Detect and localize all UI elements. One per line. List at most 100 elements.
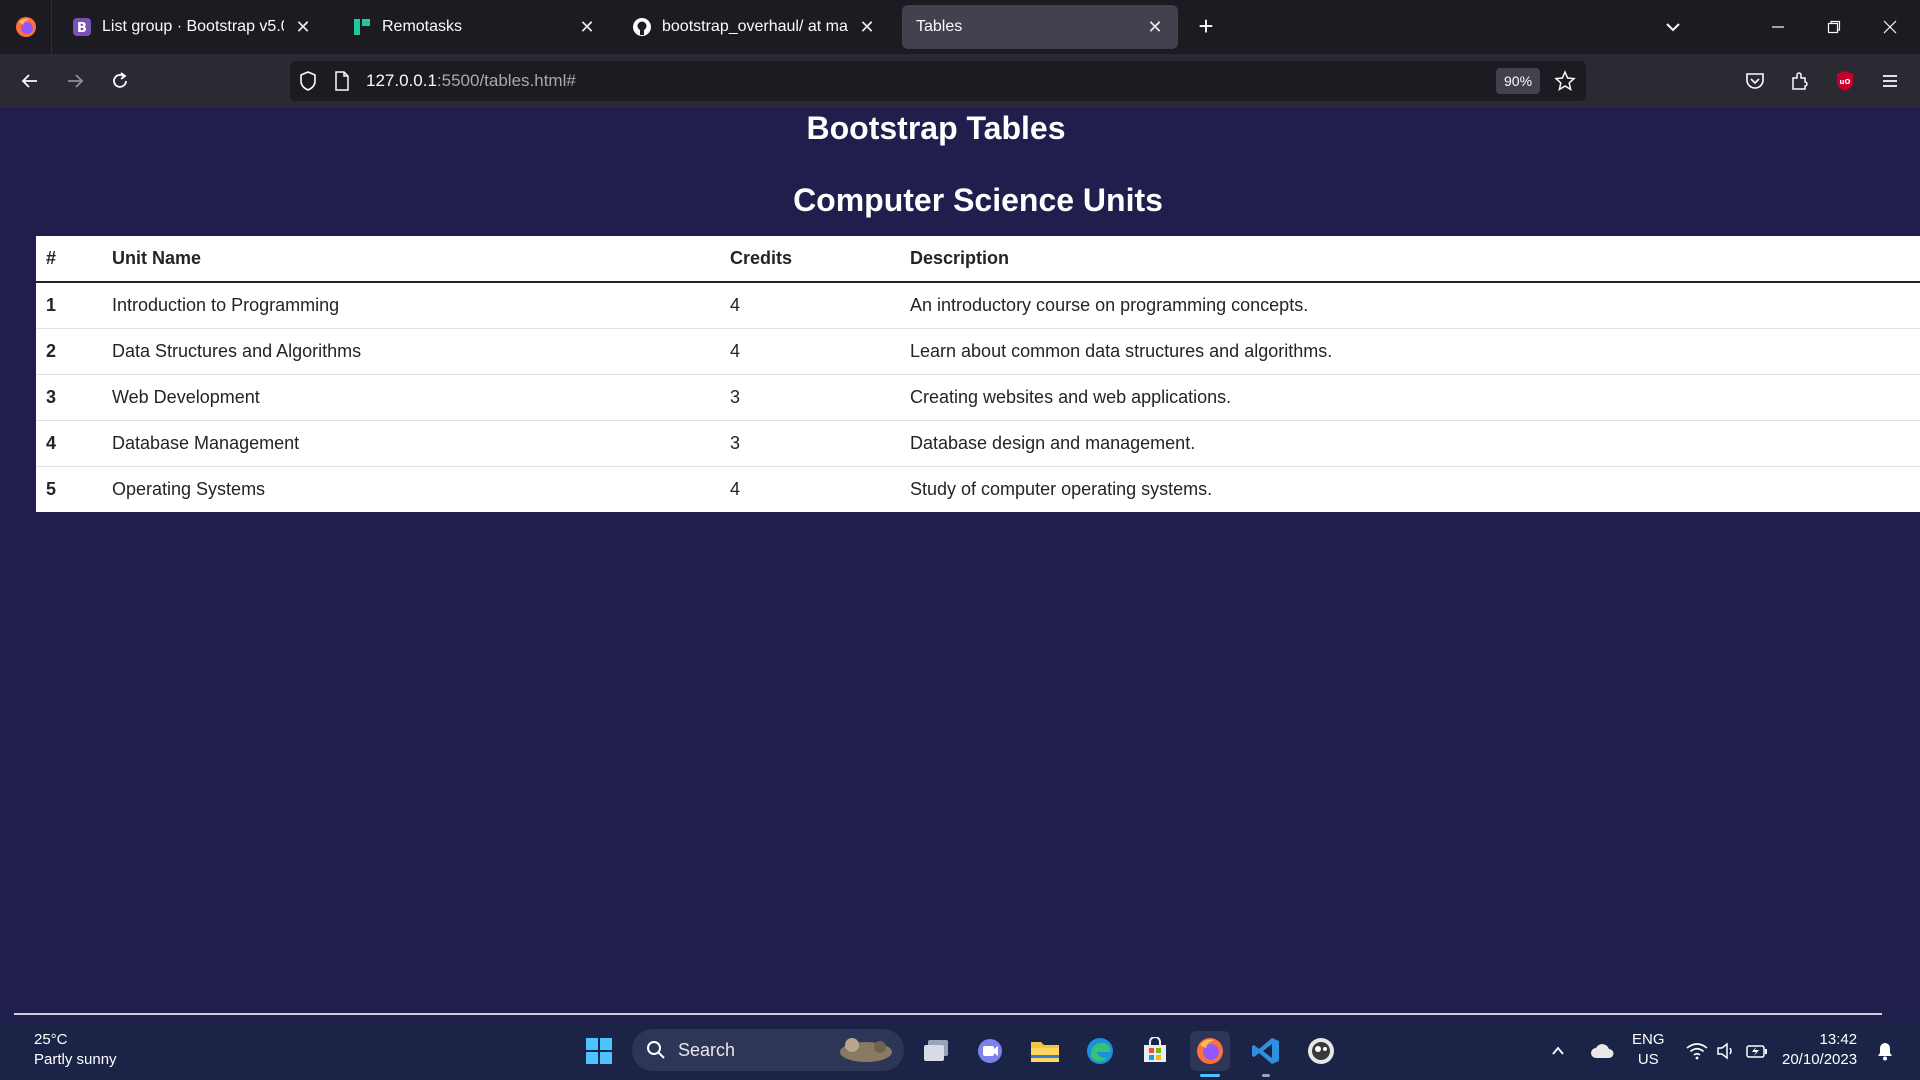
teams-chat-button[interactable] [970, 1031, 1010, 1071]
tab-tables[interactable]: Tables ✕ [902, 5, 1178, 49]
close-icon [1883, 20, 1897, 34]
cell-description: Study of computer operating systems. [910, 478, 1213, 499]
pinned-app-button[interactable] [1301, 1031, 1341, 1071]
table-row: 2 Data Structures and Algorithms 4 Learn… [36, 328, 1920, 375]
tab-github[interactable]: bootstrap_overhaul/ at main · M ✕ [618, 5, 890, 49]
tab-list-group[interactable]: B List group · Bootstrap v5.0 ✕ [58, 5, 326, 49]
address-bar[interactable]: 127.0.0.1:5500/tables.html# 90% [290, 61, 1586, 101]
page-title: Bootstrap Tables [0, 108, 1920, 148]
language-indicator[interactable]: ENG US [1632, 1030, 1665, 1070]
taskbar-search[interactable]: Search [632, 1029, 904, 1071]
volume-status[interactable] [1716, 1022, 1736, 1080]
firefox-menu-button[interactable] [0, 0, 52, 54]
url-text[interactable]: 127.0.0.1:5500/tables.html# [366, 61, 576, 101]
start-button[interactable] [579, 1031, 619, 1071]
cell-description: Creating websites and web applications. [900, 374, 1920, 421]
weather-desc: Partly sunny [34, 1051, 117, 1068]
battery-status[interactable] [1746, 1022, 1768, 1080]
plus-icon: + [1198, 10, 1214, 41]
search-icon [647, 1041, 665, 1059]
cell-description: Learn about common data structures and a… [900, 328, 1920, 375]
list-all-tabs-button[interactable] [1658, 12, 1688, 42]
close-tab-icon[interactable]: ✕ [576, 16, 598, 38]
header-credits: Credits [720, 236, 900, 283]
close-tab-icon[interactable]: ✕ [856, 16, 878, 38]
edge-browser-button[interactable] [1080, 1031, 1120, 1071]
github-icon [632, 17, 652, 37]
cell-credits: 4 [720, 282, 900, 329]
minimize-button[interactable] [1750, 0, 1806, 54]
remotasks-icon [352, 17, 372, 37]
tab-title: bootstrap_overhaul/ at main · M [662, 18, 848, 35]
ublock-button[interactable]: uO [1829, 65, 1861, 97]
cell-unit-name: Data Structures and Algorithms [102, 328, 720, 375]
search-label: Search [678, 1039, 736, 1060]
table-row: 4 Database Management 3 Database design … [36, 420, 1920, 467]
header-unit-name: Unit Name [102, 236, 720, 283]
close-tab-icon[interactable]: ✕ [292, 16, 314, 38]
reload-button[interactable] [104, 65, 136, 97]
active-app-indicator [1200, 1074, 1220, 1077]
page-title-text: Bootstrap Tables [806, 110, 1066, 146]
windows-taskbar: 25°C Partly sunny Search ENG US 13:42 20… [0, 1022, 1920, 1080]
restore-button[interactable] [1806, 0, 1862, 54]
clock-time: 13:42 [1819, 1031, 1858, 1048]
running-app-indicator [1262, 1074, 1270, 1077]
task-view-button[interactable] [916, 1031, 956, 1071]
clock[interactable]: 13:42 20/10/2023 [1782, 1030, 1857, 1070]
search-highlight-icon [840, 1038, 892, 1062]
keyboard-region: US [1637, 1051, 1659, 1068]
units-table: # Unit Name Credits Description 1 Introd… [36, 236, 1920, 512]
pocket-button[interactable] [1739, 65, 1771, 97]
cell-description: Database design and management. [900, 420, 1920, 467]
file-explorer-button[interactable] [1025, 1031, 1065, 1071]
cell-number: 1 [36, 282, 102, 329]
shield-icon[interactable] [298, 70, 318, 97]
firefox-icon [1197, 1038, 1223, 1064]
app-menu-button[interactable] [1874, 65, 1906, 97]
back-button[interactable] [14, 65, 46, 97]
show-hidden-icons-button[interactable] [1550, 1022, 1566, 1080]
bell-icon [1878, 1043, 1892, 1061]
cell-credits: 4 [720, 328, 900, 375]
forward-arrow-icon [68, 74, 84, 88]
folder-icon [1031, 1042, 1059, 1062]
app-icon [1308, 1038, 1334, 1064]
vscode-icon [1252, 1038, 1279, 1064]
chevron-up-icon [1552, 1046, 1564, 1055]
onedrive-button[interactable] [1590, 1022, 1614, 1080]
wifi-icon [1686, 1043, 1708, 1060]
speaker-icon [1717, 1042, 1732, 1060]
edge-icon [1087, 1038, 1113, 1064]
forward-button[interactable] [59, 65, 91, 97]
firefox-taskbar-button[interactable] [1190, 1031, 1230, 1077]
extensions-button[interactable] [1784, 65, 1816, 97]
bootstrap-icon: B [72, 17, 92, 37]
wifi-status[interactable] [1686, 1022, 1708, 1080]
microsoft-store-button[interactable] [1135, 1031, 1175, 1071]
tab-title: Remotasks [382, 18, 463, 35]
cell-unit-name: Web Development [102, 374, 720, 421]
tab-title: Tables [916, 18, 963, 35]
hamburger-icon [1883, 75, 1897, 87]
vscode-button[interactable] [1246, 1031, 1286, 1077]
close-tab-icon[interactable]: ✕ [1144, 16, 1166, 38]
reload-icon [113, 72, 127, 88]
battery-charging-icon [1746, 1045, 1767, 1058]
notifications-button[interactable] [1876, 1022, 1894, 1080]
minimize-icon [1772, 26, 1784, 28]
cell-credits: 4 [730, 478, 741, 499]
weather-widget[interactable]: 25°C Partly sunny [34, 1030, 117, 1070]
header-description: Description [900, 236, 1920, 283]
bookmark-star-icon[interactable] [1554, 70, 1576, 97]
weather-temp: 25°C [34, 1031, 68, 1048]
close-window-button[interactable] [1862, 0, 1918, 54]
tab-remotasks[interactable]: Remotasks ✕ [338, 5, 610, 49]
zoom-level-badge[interactable]: 90% [1496, 68, 1541, 94]
cell-number: 4 [36, 420, 102, 467]
teams-icon [978, 1039, 1002, 1063]
language-code: ENG [1632, 1031, 1665, 1048]
page-info-icon[interactable] [334, 71, 350, 96]
clock-date: 20/10/2023 [1782, 1051, 1858, 1068]
new-tab-button[interactable]: + [1190, 10, 1222, 42]
